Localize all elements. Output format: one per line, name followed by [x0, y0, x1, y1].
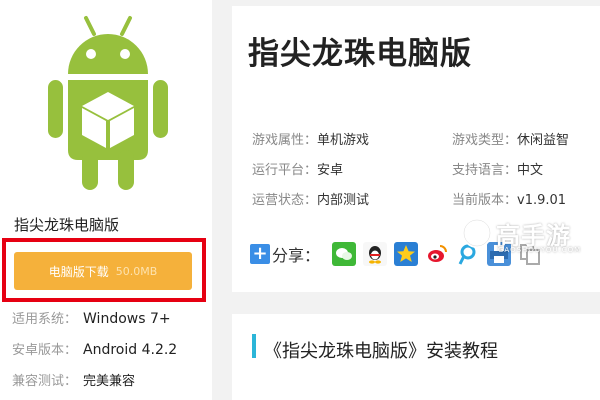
- qq-icon[interactable]: [363, 242, 388, 266]
- watermark-url: GAOSHOUYOU.COM: [498, 246, 582, 254]
- wechat-icon[interactable]: [332, 242, 357, 266]
- spec-value: 完美兼容: [83, 374, 136, 389]
- info-label: 当前版本：: [452, 193, 518, 208]
- info-type: 游戏类型：休闲益智: [452, 129, 569, 148]
- gaoshouyou-logo-icon: [462, 218, 492, 248]
- pc-download-button[interactable]: 电脑版下载 50.0MB: [14, 252, 192, 290]
- info-value: 内部测试: [317, 193, 370, 208]
- spec-android-version: 安卓版本： Android 4.2.2: [12, 339, 177, 358]
- info-attribute: 游戏属性：单机游戏: [252, 129, 369, 148]
- info-value: 中文: [517, 163, 544, 178]
- info-label: 游戏属性：: [252, 133, 318, 148]
- app-name: 指尖龙珠电脑版: [14, 216, 120, 234]
- spec-compatibility: 兼容测试： 完美兼容: [12, 370, 135, 389]
- gaoshouyou-watermark: 高手游 GAOSHOUYOU.COM: [462, 216, 592, 258]
- app-card: 指尖龙珠电脑版 电脑版下载 50.0MB 适用系统： Windows 7+ 安卓版…: [0, 0, 212, 400]
- spec-value: Windows 7+: [83, 311, 171, 327]
- info-label: 支持语言：: [452, 163, 518, 178]
- share-plus-icon[interactable]: +: [250, 244, 270, 264]
- spec-value: Android 4.2.2: [83, 342, 178, 358]
- tutorial-card: 《指尖龙珠电脑版》安装教程: [232, 314, 600, 400]
- info-label: 运营状态：: [252, 193, 318, 208]
- info-status: 运营状态：内部测试: [252, 189, 369, 208]
- page-title: 指尖龙珠电脑版: [248, 36, 472, 72]
- info-label: 游戏类型：: [452, 133, 518, 148]
- weibo-icon[interactable]: [425, 242, 450, 266]
- info-value: v1.9.01: [517, 193, 567, 208]
- info-language: 支持语言：中文: [452, 159, 543, 178]
- spec-label: 安卓版本：: [12, 343, 78, 358]
- download-size: 50.0MB: [115, 264, 158, 278]
- share-label: 分享：: [272, 246, 321, 265]
- tutorial-title[interactable]: 《指尖龙珠电脑版》安装教程: [264, 337, 498, 363]
- qzone-icon[interactable]: [394, 242, 419, 266]
- spec-label: 适用系统：: [12, 312, 78, 327]
- android-app-icon: [48, 16, 168, 190]
- info-platform: 运行平台：安卓: [252, 159, 343, 178]
- tutorial-accent-bar: [252, 334, 256, 358]
- info-value: 安卓: [317, 163, 344, 178]
- info-label: 运行平台：: [252, 163, 318, 178]
- info-value[interactable]: 休闲益智: [517, 133, 569, 148]
- spec-label: 兼容测试：: [12, 374, 78, 389]
- spec-system: 适用系统： Windows 7+: [12, 308, 171, 327]
- download-label: 电脑版下载: [48, 264, 109, 279]
- info-value[interactable]: 单机游戏: [317, 133, 369, 148]
- info-version: 当前版本：v1.9.01: [452, 189, 566, 208]
- page: 指尖龙珠电脑版 电脑版下载 50.0MB 适用系统： Windows 7+ 安卓版…: [0, 0, 600, 400]
